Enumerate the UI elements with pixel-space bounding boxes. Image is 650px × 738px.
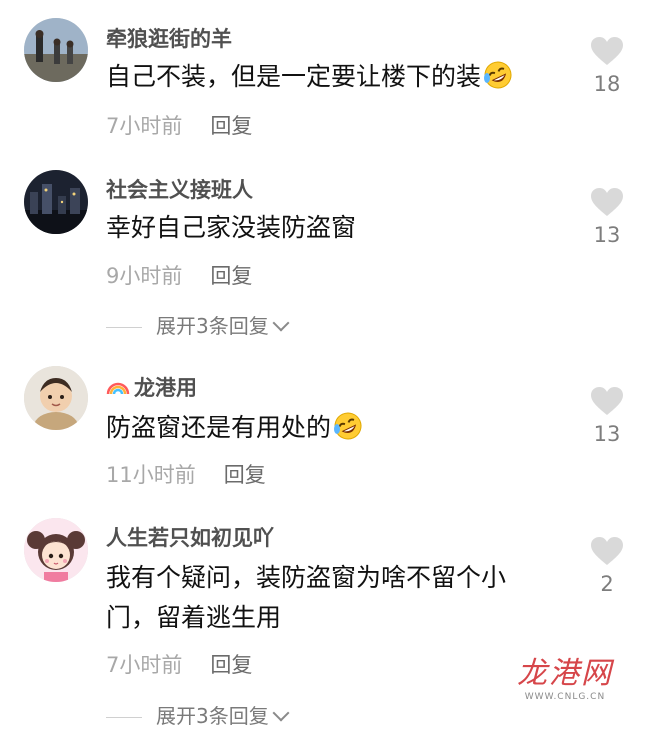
- comment-time: 7小时前: [106, 653, 183, 677]
- watermark-url: WWW.CNLG.CN: [524, 692, 606, 702]
- comment-item: 人生若只如初见吖 我有个疑问，装防盗窗为啥不留个小 门，留着逃生用 7小时前 回复…: [0, 0, 650, 738]
- comment-text-line: 门，留着逃生用: [106, 603, 282, 632]
- reply-button[interactable]: 回复: [210, 653, 252, 677]
- like-count: 2: [600, 572, 614, 596]
- username[interactable]: 人生若只如初见吖: [106, 522, 274, 552]
- like-button[interactable]: 2: [583, 536, 631, 596]
- comment-text: 我有个疑问，装防盗窗为啥不留个小 门，留着逃生用: [106, 558, 566, 638]
- avatar[interactable]: [24, 518, 88, 582]
- expand-replies-label: 展开3条回复: [156, 704, 269, 728]
- heart-icon: [591, 537, 623, 565]
- expand-replies-button[interactable]: 展开3条回复: [106, 700, 290, 729]
- comment-meta: 7小时前 回复: [106, 649, 252, 679]
- divider-line: [106, 717, 142, 718]
- watermark-logo: 龙港网: [517, 656, 613, 691]
- comment-text-line: 我有个疑问，装防盗窗为啥不留个小: [106, 563, 507, 592]
- chevron-down-icon: [272, 704, 290, 722]
- watermark: 龙港网 WWW.CNLG.CN: [510, 648, 620, 702]
